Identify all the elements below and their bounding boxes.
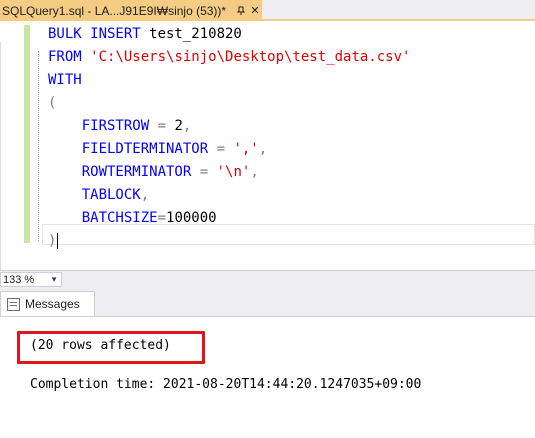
comma: , [182, 118, 192, 134]
messages-icon [7, 297, 20, 311]
code-line-10: ) [48, 230, 410, 253]
code-line-5: FIRSTROW = 2, [48, 115, 410, 138]
code-line-8: TABLOCK, [48, 184, 410, 207]
comma: , [258, 141, 268, 157]
option-tablock: TABLOCK [81, 187, 141, 203]
rowterminator-value: '\n' [216, 164, 251, 180]
open-paren: ( [48, 95, 57, 111]
code-line-6: FIELDTERMINATOR = ',', [48, 138, 410, 161]
outline-guide [38, 51, 40, 241]
keyword-from: FROM [48, 49, 82, 65]
horizontal-scrollbar[interactable] [64, 275, 535, 284]
text-caret [57, 233, 59, 249]
option-batchsize: BATCHSIZE [81, 210, 158, 226]
rows-affected-message: (20 rows affected) [30, 338, 171, 353]
equals: = [157, 210, 167, 226]
batchsize-value: 100000 [166, 210, 217, 226]
editor-left-border [0, 42, 1, 291]
equals: = [208, 141, 234, 157]
query-editor[interactable]: BULK INSERT test_210820 FROM 'C:\Users\si… [0, 21, 535, 291]
completion-time-message: Completion time: 2021-08-20T14:44:20.124… [30, 377, 422, 392]
equals: = [191, 164, 217, 180]
chevron-down-icon: ▼ [50, 275, 58, 284]
option-firstrow: FIRSTROW [81, 118, 150, 134]
close-icon[interactable]: ✕ [248, 0, 262, 21]
messages-tab-label: Messages [25, 297, 80, 311]
document-tab-bar: SQLQuery1.sql - LA...J91E9I₩sinjo (53))*… [0, 0, 535, 21]
comma: , [140, 187, 150, 203]
code-line-3: WITH [48, 69, 410, 92]
zoom-bar: 133 % ▼ [0, 270, 535, 288]
code-line-1: BULK INSERT test_210820 [48, 23, 410, 46]
tab-sqlquery1[interactable]: SQLQuery1.sql - LA...J91E9I₩sinjo (53))*… [0, 0, 262, 21]
keyword-with: WITH [48, 72, 82, 88]
option-rowterminator: ROWTERMINATOR [81, 164, 192, 180]
close-paren: ) [48, 233, 57, 249]
option-fieldterminator: FIELDTERMINATOR [81, 141, 209, 157]
table-name: test_210820 [140, 26, 242, 42]
zoom-dropdown[interactable]: 133 % ▼ [0, 272, 62, 287]
messages-pane[interactable]: (20 rows affected) Completion time: 2021… [0, 316, 535, 438]
code-line-2: FROM 'C:\Users\sinjo\Desktop\test_data.c… [48, 46, 410, 69]
code-line-9: BATCHSIZE=100000 [48, 207, 410, 230]
tab-messages[interactable]: Messages [0, 291, 95, 316]
zoom-level: 133 % [3, 273, 35, 286]
firstrow-value: 2 [174, 118, 183, 134]
fieldterminator-value: ',' [233, 141, 259, 157]
tab-title: SQLQuery1.sql - LA...J91E9I₩sinjo (53))* [2, 3, 227, 18]
keyword-bulk-insert: BULK INSERT [48, 26, 141, 42]
file-path-string: 'C:\Users\sinjo\Desktop\test_data.csv' [90, 49, 411, 65]
results-tab-bar: Messages [0, 288, 535, 316]
sql-code[interactable]: BULK INSERT test_210820 FROM 'C:\Users\si… [48, 23, 410, 253]
pin-icon[interactable] [234, 0, 248, 21]
comma: , [250, 164, 259, 180]
change-tracking-bar [24, 25, 30, 243]
code-line-4: ( [48, 92, 410, 115]
equals: = [149, 118, 175, 134]
code-line-7: ROWTERMINATOR = '\n', [48, 161, 410, 184]
